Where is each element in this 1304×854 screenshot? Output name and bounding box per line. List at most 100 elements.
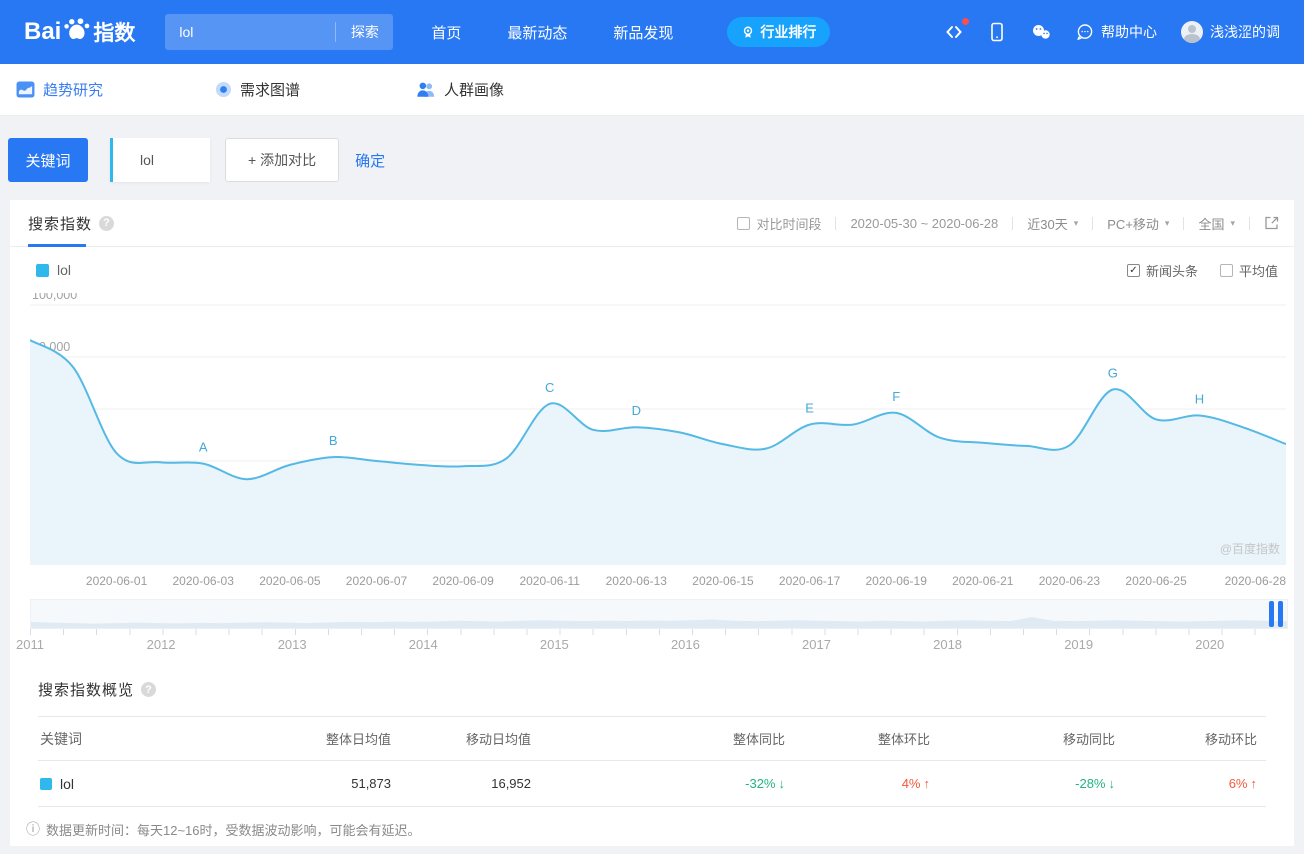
svg-text:100,000: 100,000 [32, 293, 77, 302]
svg-text:A: A [199, 440, 208, 455]
overall-yoy-value: -32% ↓ [531, 776, 785, 791]
medal-icon [741, 25, 755, 40]
baidu-index-logo[interactable]: Bai 指数 [24, 17, 135, 47]
info-icon: ⓘ [26, 821, 40, 837]
tab-audience-profile[interactable]: 人群画像 [416, 79, 504, 100]
tab-trend-research-label: 趋势研究 [43, 82, 104, 99]
search-submit-button[interactable]: 探索 [335, 22, 393, 42]
series-name: lol [57, 262, 72, 278]
top-search-input[interactable] [165, 24, 336, 40]
timeline-year: 2014 [408, 637, 438, 652]
average-toggle[interactable]: 平均值 [1219, 261, 1278, 280]
legend-row: lol ✓ 新闻头条 平均值 [10, 247, 1294, 293]
timeline-mini-chart [31, 617, 1287, 628]
logo-suffix: 指数 [93, 22, 136, 45]
search-index-chart: 100,00080,00060,00040,00020,0002020-06-0… [30, 293, 1286, 593]
top-search-box: 探索 [165, 14, 394, 50]
people-icon [416, 81, 436, 98]
tab-demand-graph[interactable]: 需求图谱 [215, 79, 300, 100]
svg-text:2020-06-23: 2020-06-23 [1039, 574, 1101, 588]
paw-icon [64, 17, 90, 41]
topbar: Bai 指数 探索 首页 最新动态 新品发现 行业排行 [0, 0, 1304, 64]
add-compare-button[interactable]: + 添加对比 [225, 138, 340, 182]
mobile-app-icon[interactable] [988, 22, 1006, 42]
time-range-value: 近30天 [1027, 216, 1068, 232]
help-question-icon[interactable]: ? [99, 215, 115, 231]
timeline-strip[interactable] [30, 599, 1288, 629]
svg-text:2020-06-25: 2020-06-25 [1125, 574, 1187, 588]
col-mobile-yoy: 移动同比 [1062, 732, 1115, 747]
row-keyword: lol [38, 776, 188, 792]
help-center-label: 帮助中心 [1101, 24, 1157, 40]
trend-value: 4% [901, 776, 921, 791]
keyword-input-wrap [110, 138, 210, 182]
col-keyword: 关键词 [40, 730, 82, 747]
svg-text:D: D [632, 403, 641, 418]
date-range[interactable]: 2020-05-30 ~ 2020-06-28 [850, 216, 998, 231]
average-label: 平均值 [1238, 263, 1278, 279]
username: 浅浅涩的调 [1210, 24, 1280, 40]
svg-text:C: C [545, 380, 554, 395]
time-range-select[interactable]: 近30天 ▾ [1027, 214, 1078, 233]
timeline-year-labels: 2011 2012 2013 2014 2015 2016 2017 2018 2019 2020 [16, 637, 1288, 655]
data-update-text: 数据更新时间：每天12~16时，受数据波动影响，可能会有延迟。 [46, 822, 421, 838]
svg-text:E: E [805, 401, 814, 416]
data-update-note: ⓘ 数据更新时间：每天12~16时，受数据波动影响，可能会有延迟。 [26, 819, 1294, 839]
timeline-year: 2015 [539, 637, 569, 652]
chart-svg: 100,00080,00060,00040,00020,0002020-06-0… [30, 293, 1286, 588]
legend-toggles: ✓ 新闻头条 平均值 [1126, 261, 1278, 280]
trend-value: -32% [745, 776, 776, 791]
chevron-down-icon: ▾ [1164, 217, 1170, 228]
series-color-swatch [40, 777, 52, 790]
help-question-icon[interactable]: ? [141, 682, 157, 697]
timeline-handle-left[interactable] [1269, 601, 1274, 627]
nav-latest-news[interactable]: 最新动态 [507, 22, 567, 43]
compare-period-checkbox[interactable]: 对比时间段 [737, 214, 821, 233]
help-center[interactable]: 帮助中心 [1076, 22, 1157, 42]
timeline-scrubber: 2011 2012 2013 2014 2015 2016 2017 2018 2019 2020 [16, 599, 1288, 655]
timeline-year: 2017 [802, 637, 831, 652]
tab-audience-profile-label: 人群画像 [444, 82, 505, 99]
timeline-year: 2018 [933, 637, 963, 652]
device-select[interactable]: PC+移动 ▾ [1107, 214, 1169, 233]
col-overall-avg: 整体日均值 [325, 732, 391, 747]
notification-dot [962, 18, 969, 25]
checkbox-unchecked-icon[interactable] [1219, 263, 1233, 277]
checkbox-unchecked-icon[interactable] [737, 216, 751, 230]
svg-text:B: B [329, 433, 338, 448]
checkbox-checked-icon[interactable]: ✓ [1126, 263, 1140, 277]
compare-period-label: 对比时间段 [756, 216, 822, 232]
active-tab-underline [28, 244, 86, 247]
svg-text:2020-06-13: 2020-06-13 [606, 574, 668, 588]
trend-value: 6% [1228, 776, 1248, 791]
export-icon[interactable] [1264, 215, 1280, 231]
news-headlines-toggle[interactable]: ✓ 新闻头条 [1126, 261, 1198, 280]
confirm-link[interactable]: 确定 [355, 150, 385, 171]
tab-demand-graph-label: 需求图谱 [240, 82, 301, 99]
region-select[interactable]: 全国 ▾ [1198, 214, 1235, 233]
svg-text:2020-06-17: 2020-06-17 [779, 574, 841, 588]
nav-new-products[interactable]: 新品发现 [613, 22, 673, 43]
timeline-handle-right[interactable] [1278, 601, 1283, 627]
row-keyword-label: lol [60, 775, 75, 792]
overall-mom-value: 4% ↑ [785, 776, 930, 791]
svg-text:2020-06-05: 2020-06-05 [259, 574, 321, 588]
keyword-label-button[interactable]: 关键词 [8, 138, 88, 182]
nav-home[interactable]: 首页 [431, 22, 461, 43]
topbar-right: 帮助中心 浅浅涩的调 [944, 18, 1280, 43]
timeline-year: 2019 [1064, 637, 1094, 652]
tab-trend-research[interactable]: 趋势研究 [16, 79, 103, 100]
api-code-icon[interactable] [944, 18, 969, 42]
keyword-input[interactable] [113, 152, 210, 168]
chevron-down-icon: ▾ [1230, 217, 1235, 228]
timeline-year: 2016 [670, 637, 700, 652]
svg-text:2020-06-07: 2020-06-07 [346, 574, 408, 588]
industry-ranking-pill[interactable]: 行业排行 [727, 17, 831, 47]
trend-value: -28% [1075, 776, 1106, 791]
svg-text:2020-06-09: 2020-06-09 [432, 574, 494, 588]
user-account[interactable]: 浅浅涩的调 [1181, 21, 1280, 43]
toolbar-divider [1183, 216, 1185, 230]
wechat-icon[interactable] [1030, 23, 1052, 41]
mobile-mom-value: 6% ↑ [1115, 776, 1294, 791]
timeline-year: 2013 [277, 637, 307, 652]
